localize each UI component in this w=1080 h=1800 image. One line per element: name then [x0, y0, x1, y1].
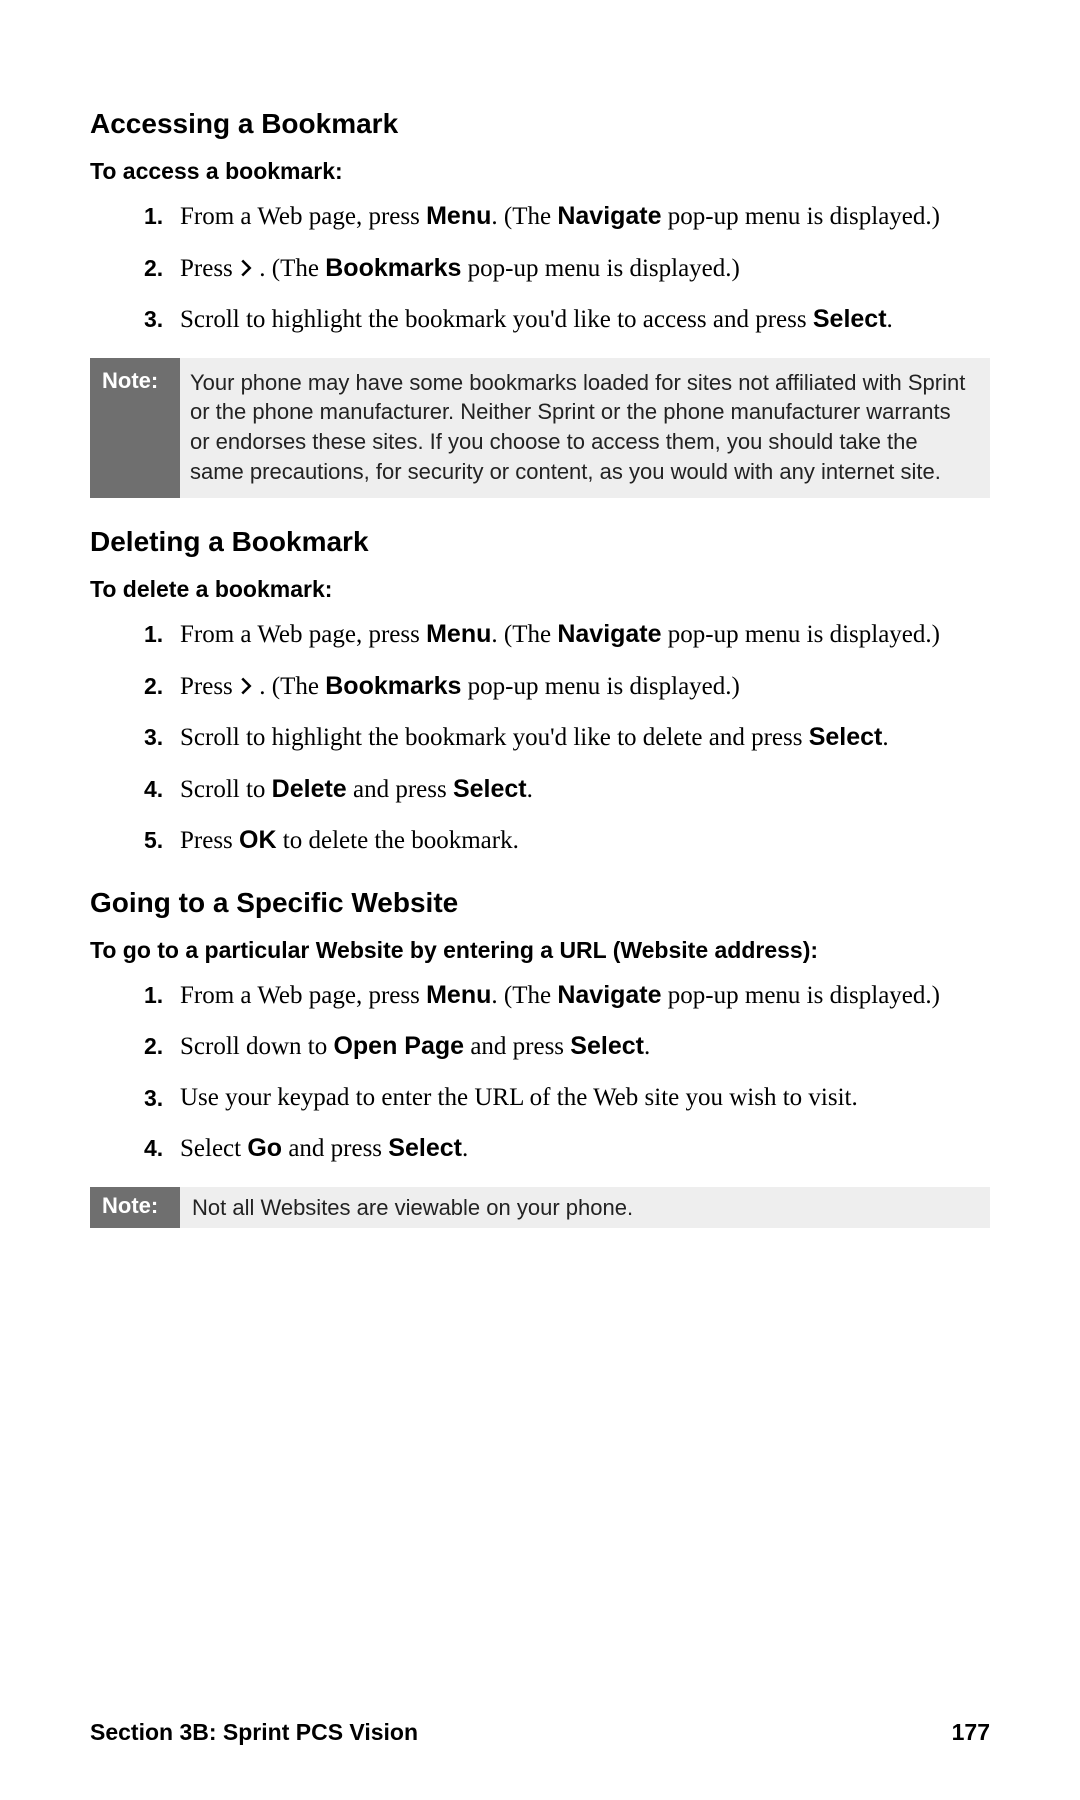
step-number: 2.	[144, 671, 163, 703]
list-item: 3. Scroll to highlight the bookmark you'…	[144, 720, 990, 756]
note-label: Note:	[90, 358, 180, 499]
heading-accessing-bookmark: Accessing a Bookmark	[90, 108, 990, 140]
list-item: 3. Use your keypad to enter the URL of t…	[144, 1081, 990, 1116]
footer-section: Section 3B: Sprint PCS Vision	[90, 1719, 418, 1746]
note-box: Note: Not all Websites are viewable on y…	[90, 1187, 990, 1229]
list-item: 1. From a Web page, press Menu. (The Nav…	[144, 617, 990, 653]
key-icon	[239, 676, 253, 696]
list-item: 2. Press . (The Bookmarks pop-up menu is…	[144, 669, 990, 705]
list-item: 5. Press OK to delete the bookmark.	[144, 823, 990, 859]
list-item: 2. Scroll down to Open Page and press Se…	[144, 1029, 990, 1065]
steps-url: 1. From a Web page, press Menu. (The Nav…	[144, 978, 990, 1167]
step-number: 3.	[144, 722, 163, 754]
step-number: 1.	[144, 619, 163, 651]
list-item: 2. Press . (The Bookmarks pop-up menu is…	[144, 251, 990, 287]
list-item: 3. Scroll to highlight the bookmark you'…	[144, 302, 990, 338]
step-number: 5.	[144, 825, 163, 857]
note-label: Note:	[90, 1187, 180, 1229]
step-number: 1.	[144, 201, 163, 233]
note-body: Not all Websites are viewable on your ph…	[180, 1187, 645, 1229]
list-item: 1. From a Web page, press Menu. (The Nav…	[144, 978, 990, 1014]
step-number: 3.	[144, 1083, 163, 1115]
key-icon	[239, 258, 253, 278]
heading-specific-website: Going to a Specific Website	[90, 887, 990, 919]
subheading-url: To go to a particular Website by enterin…	[90, 937, 990, 964]
list-item: 1. From a Web page, press Menu. (The Nav…	[144, 199, 990, 235]
note-body: Your phone may have some bookmarks loade…	[180, 358, 990, 499]
step-number: 4.	[144, 774, 163, 806]
subheading-access: To access a bookmark:	[90, 158, 990, 185]
step-number: 2.	[144, 253, 163, 285]
step-number: 4.	[144, 1133, 163, 1165]
steps-access: 1. From a Web page, press Menu. (The Nav…	[144, 199, 990, 338]
subheading-delete: To delete a bookmark:	[90, 576, 990, 603]
note-box: Note: Your phone may have some bookmarks…	[90, 358, 990, 499]
list-item: 4. Scroll to Delete and press Select.	[144, 772, 990, 808]
page-number: 177	[952, 1719, 990, 1746]
step-number: 2.	[144, 1031, 163, 1063]
heading-deleting-bookmark: Deleting a Bookmark	[90, 526, 990, 558]
list-item: 4. Select Go and press Select.	[144, 1131, 990, 1167]
step-number: 1.	[144, 980, 163, 1012]
steps-delete: 1. From a Web page, press Menu. (The Nav…	[144, 617, 990, 859]
step-number: 3.	[144, 304, 163, 336]
page-footer: Section 3B: Sprint PCS Vision 177	[90, 1719, 990, 1746]
